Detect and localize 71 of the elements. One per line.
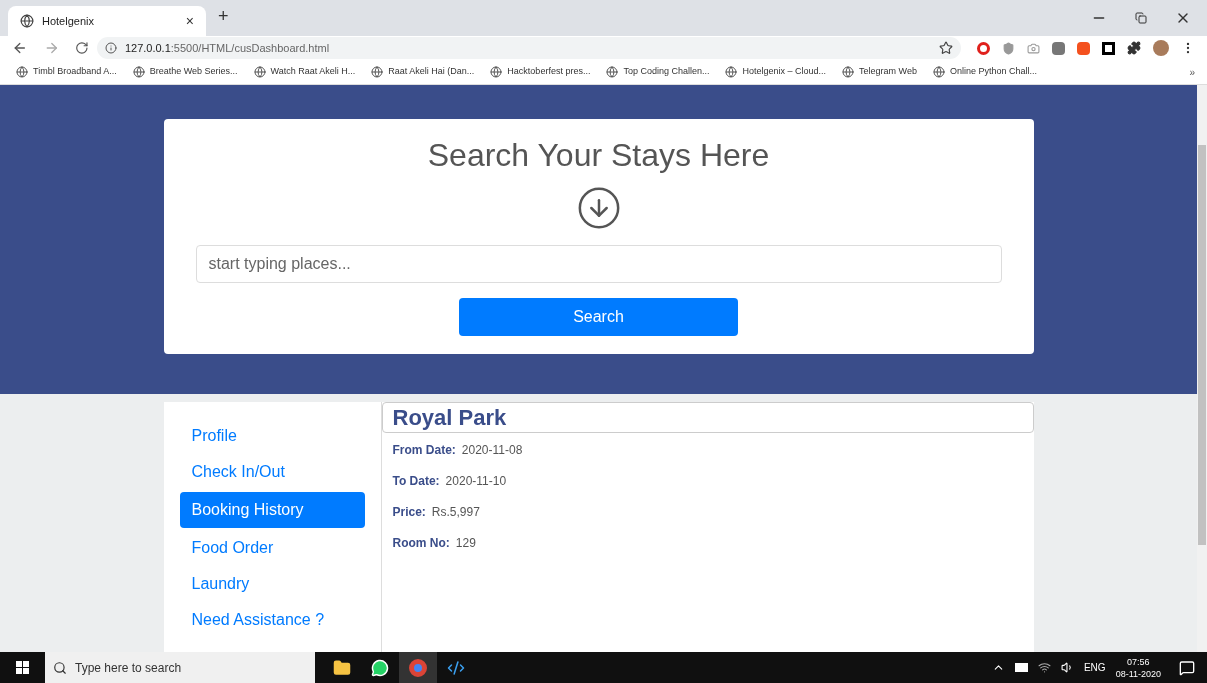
extension-icon[interactable] xyxy=(1052,41,1065,55)
info-icon xyxy=(104,42,117,54)
bookmark-link[interactable]: Raat Akeli Hai (Dan... xyxy=(388,65,475,79)
scrollbar[interactable] xyxy=(1197,85,1207,652)
search-icon xyxy=(53,660,67,675)
field-label: From Date: xyxy=(392,442,456,459)
notification-icon[interactable] xyxy=(1179,659,1195,676)
clock-time[interactable]: 07:56 xyxy=(1127,655,1150,668)
camera-icon[interactable] xyxy=(1027,41,1040,55)
bookmark-star-icon[interactable] xyxy=(939,41,953,55)
ring-extension-icon[interactable] xyxy=(977,41,990,55)
bookmark-link[interactable]: Hotelgenix – Cloud... xyxy=(742,65,827,79)
square-extension-icon[interactable] xyxy=(1102,41,1115,55)
bookmark-favicon-icon xyxy=(253,66,266,78)
bookmark-favicon-icon xyxy=(932,66,945,78)
field-label: Room No: xyxy=(392,535,450,552)
battery-icon[interactable] xyxy=(1014,663,1028,672)
bookmark-favicon-icon xyxy=(606,66,619,78)
restore-icon[interactable] xyxy=(1135,12,1147,24)
address-bar[interactable]: 127.0.0.1:5500/HTML/cusDashboard.html xyxy=(96,37,961,59)
bookmark-link[interactable]: Breathe Web Series... xyxy=(149,65,238,79)
clock-date[interactable]: 08-11-2020 xyxy=(1115,667,1161,680)
code-editor-icon[interactable] xyxy=(447,658,465,677)
search-button[interactable]: Search xyxy=(459,298,738,336)
search-field[interactable]: start typing places... xyxy=(195,245,1002,283)
puzzle-icon[interactable] xyxy=(1127,41,1141,55)
bookmark-favicon-icon xyxy=(16,66,28,78)
bookmark-favicon-icon xyxy=(490,66,503,78)
reload-icon[interactable] xyxy=(75,41,89,55)
chat-bubble-icon[interactable] xyxy=(371,658,389,677)
more-bookmarks-button[interactable]: » xyxy=(1189,64,1195,80)
bookmark-favicon-icon xyxy=(132,66,145,78)
speaker-icon[interactable] xyxy=(1060,661,1074,674)
taskbar-search-field[interactable]: Type here to search xyxy=(45,652,315,683)
search-heading: Search Your Stays Here xyxy=(427,136,770,175)
close-tab-button[interactable]: × xyxy=(185,10,194,32)
sidebar-item[interactable]: Need Assistance ? xyxy=(179,604,365,636)
bookmark-link[interactable]: Online Python Chall... xyxy=(949,65,1037,79)
sidebar-item[interactable]: Laundry xyxy=(179,568,365,600)
sidebar-item[interactable]: Booking History xyxy=(179,492,365,528)
bookmark-link[interactable]: Watch Raat Akeli H... xyxy=(270,65,356,79)
browser-tab[interactable]: Hotelgenix × xyxy=(8,6,206,36)
field-label: Price: xyxy=(392,504,426,521)
field-label: To Date: xyxy=(392,473,440,490)
bookmark-link[interactable]: Hacktoberfest pres... xyxy=(507,65,591,79)
extension-icon[interactable] xyxy=(1077,41,1090,55)
bookmark-link[interactable]: Top Coding Challen... xyxy=(623,65,710,79)
bookmark-favicon-icon xyxy=(842,66,855,78)
bookmark-link[interactable]: Timbl Broadband A... xyxy=(33,65,117,79)
shield-icon[interactable] xyxy=(1002,41,1015,55)
field-value: 129 xyxy=(455,535,476,552)
hotel-name-header: Royal Park xyxy=(381,402,1034,433)
bookmark-favicon-icon xyxy=(725,66,738,78)
new-tab-button[interactable]: + xyxy=(218,3,229,30)
sidebar-item[interactable]: Profile xyxy=(179,420,365,452)
globe-icon xyxy=(20,14,34,28)
language-indicator[interactable]: ENG xyxy=(1083,660,1106,675)
field-value: 2020-11-10 xyxy=(445,473,507,490)
bookmark-link[interactable]: Telegram Web xyxy=(859,65,917,79)
folder-icon[interactable] xyxy=(333,658,351,677)
wifi-icon[interactable] xyxy=(1037,661,1051,674)
bookmark-favicon-icon xyxy=(371,66,384,78)
sidebar-item[interactable]: Check In/Out xyxy=(179,456,365,488)
url-text: 127.0.0.1:5500/HTML/cusDashboard.html xyxy=(124,40,330,56)
tab-title: Hotelgenix xyxy=(42,13,95,29)
back-icon[interactable] xyxy=(12,40,28,56)
sidebar-item[interactable]: Food Order xyxy=(179,532,365,564)
avatar-icon[interactable] xyxy=(1153,40,1169,56)
field-value: 2020-11-08 xyxy=(461,442,523,459)
circle-app-icon[interactable] xyxy=(409,658,427,677)
field-value: Rs.5,997 xyxy=(431,504,480,521)
